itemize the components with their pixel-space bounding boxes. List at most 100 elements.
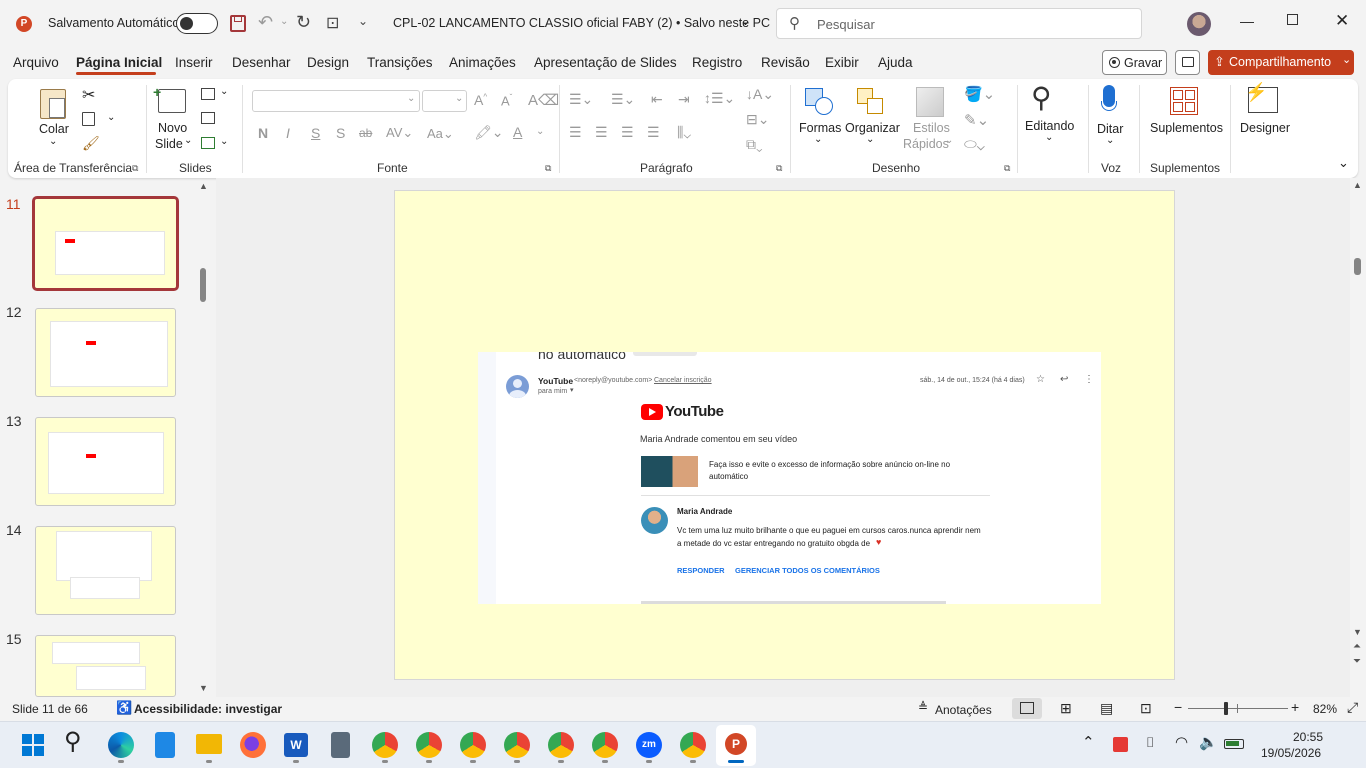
search-box[interactable]: ⚲ Pesquisar xyxy=(776,8,1142,39)
smartart-icon[interactable]: ⧉⌄ xyxy=(746,136,763,153)
scroll-down-icon[interactable]: ▼ xyxy=(199,683,208,693)
decrease-font-icon[interactable]: Aˇ xyxy=(501,93,512,108)
arrange-label[interactable]: Organizar xyxy=(845,121,900,135)
shapes-icon[interactable] xyxy=(805,88,835,116)
scroll-thumb[interactable] xyxy=(200,268,206,302)
tab-pagina-inicial[interactable]: Página Inicial xyxy=(76,55,162,70)
tab-desenhar[interactable]: Desenhar xyxy=(232,55,291,70)
file-explorer-icon[interactable] xyxy=(196,734,222,754)
editing-label[interactable]: Editando xyxy=(1025,119,1074,133)
zoom-in-icon[interactable]: + xyxy=(1291,699,1299,715)
text-direction-icon[interactable]: ↓A⌄ xyxy=(746,86,774,103)
title-dropdown-icon[interactable]: ⌄ xyxy=(740,13,751,29)
paragraph-launcher-icon[interactable]: ⧉ xyxy=(776,163,782,174)
tab-apresentacao[interactable]: Apresentação de Slides xyxy=(534,55,677,70)
tab-exibir[interactable]: Exibir xyxy=(825,55,859,70)
edge-app-icon[interactable] xyxy=(108,732,134,758)
align-center-icon[interactable]: ☰ xyxy=(595,124,608,141)
tab-transicoes[interactable]: Transições xyxy=(367,55,433,70)
battery-icon[interactable] xyxy=(1224,739,1244,749)
scroll-up-icon[interactable]: ▲ xyxy=(1353,180,1362,190)
clipboard-launcher-icon[interactable]: ⧉ xyxy=(132,163,138,174)
cut-icon[interactable]: ✂ xyxy=(82,85,95,105)
zoom-level[interactable]: 82% xyxy=(1313,702,1337,716)
email-screenshot-image[interactable]: no automático YouTube <noreply@youtube.c… xyxy=(478,352,1101,604)
collapse-ribbon-icon[interactable]: ⌄ xyxy=(1338,155,1349,171)
scroll-thumb[interactable] xyxy=(1354,258,1361,275)
paste-label[interactable]: Colar xyxy=(39,122,69,136)
accessibility-status[interactable]: Acessibilidade: investigar xyxy=(134,702,282,716)
bold-icon[interactable]: N xyxy=(258,125,268,141)
volume-icon[interactable]: 🔈 xyxy=(1199,733,1218,751)
view-normal-button[interactable] xyxy=(1012,698,1042,719)
bullets-icon[interactable]: ☰⌄ xyxy=(569,91,593,108)
chrome-profile-g-icon[interactable] xyxy=(592,732,618,758)
font-name-box[interactable]: ⌄ xyxy=(252,90,420,112)
shadow-icon[interactable]: S xyxy=(336,125,345,141)
font-size-box[interactable]: ⌄ xyxy=(422,90,467,112)
thumbnail-scrollbar[interactable]: ▲ ▼ xyxy=(199,181,209,697)
save-icon[interactable] xyxy=(230,15,246,32)
zoom-slider-thumb[interactable] xyxy=(1224,702,1228,715)
strikethrough-icon[interactable]: ab xyxy=(359,126,372,140)
record-button[interactable]: Gravar xyxy=(1102,50,1167,75)
zoom-out-icon[interactable]: − xyxy=(1174,699,1182,715)
calculator-app-icon[interactable] xyxy=(331,732,350,758)
new-slide-icon[interactable]: + xyxy=(153,84,186,113)
chrome-profile-m2-icon[interactable] xyxy=(680,732,706,758)
quick-styles-label-1[interactable]: Estilos xyxy=(913,121,950,135)
chrome-profile-f-icon[interactable] xyxy=(504,732,530,758)
paste-icon[interactable] xyxy=(40,89,66,119)
shape-effects-icon[interactable]: ⬭⌄ xyxy=(964,136,985,153)
align-left-icon[interactable]: ☰ xyxy=(569,124,582,141)
shapes-label[interactable]: Formas xyxy=(799,121,841,135)
decrease-indent-icon[interactable]: ⇤ xyxy=(651,91,663,108)
addins-icon[interactable] xyxy=(1170,87,1198,115)
increase-indent-icon[interactable]: ⇥ xyxy=(678,91,690,108)
numbering-icon[interactable]: ☰⌄ xyxy=(611,91,635,108)
clock-date[interactable]: 19/05/2026 xyxy=(1261,746,1321,760)
addins-label[interactable]: Suplementos xyxy=(1150,121,1223,135)
quick-styles-dropdown-icon[interactable]: ⌄ xyxy=(945,135,953,146)
zoom-app-icon[interactable]: zm xyxy=(636,732,662,758)
wifi-icon[interactable]: ◠ xyxy=(1175,733,1188,751)
present-from-start-icon[interactable]: ⊡ xyxy=(326,13,339,33)
slide-sorter-icon[interactable]: ⊞ xyxy=(1060,700,1072,717)
shape-fill-icon[interactable]: 🪣⌄ xyxy=(964,85,995,103)
quick-styles-icon[interactable] xyxy=(916,87,944,117)
italic-icon[interactable]: I xyxy=(286,125,290,141)
notes-label[interactable]: Anotações xyxy=(935,703,992,717)
tray-app-icon[interactable] xyxy=(1113,737,1128,752)
undo-icon[interactable]: ↶ xyxy=(258,12,273,33)
autosave-toggle[interactable] xyxy=(176,13,218,34)
zoom-slider-track[interactable] xyxy=(1188,708,1288,709)
next-slide-icon[interactable]: ⏷ xyxy=(1353,656,1361,667)
designer-label[interactable]: Designer xyxy=(1240,121,1290,135)
customize-toolbar-icon[interactable]: ⌄ xyxy=(358,14,368,28)
user-avatar[interactable] xyxy=(1187,12,1211,36)
share-button[interactable]: ⇪ Compartilhamento ⌄ xyxy=(1208,50,1354,75)
tab-arquivo[interactable]: Arquivo xyxy=(13,55,59,70)
copy-icon[interactable] xyxy=(82,112,95,126)
chrome-profile-m-icon[interactable] xyxy=(548,732,574,758)
clock-time[interactable]: 20:55 xyxy=(1293,730,1323,744)
section-icon[interactable] xyxy=(201,137,215,149)
powerpoint-taskbar-button[interactable]: P xyxy=(716,725,756,766)
minimize-icon[interactable]: — xyxy=(1240,13,1254,29)
tab-design[interactable]: Design xyxy=(307,55,349,70)
slide-thumbnail[interactable] xyxy=(35,417,176,506)
comments-button[interactable] xyxy=(1175,50,1200,75)
columns-icon[interactable]: ⫼⌄ xyxy=(677,124,691,141)
document-title[interactable]: CPL-02 LANCAMENTO CLASSIO oficial FABY (… xyxy=(393,16,770,30)
slide-thumbnail[interactable] xyxy=(35,308,176,397)
arrange-icon[interactable] xyxy=(857,88,887,116)
underline-icon[interactable]: S xyxy=(311,125,320,141)
chrome-profile-p-icon[interactable] xyxy=(460,732,486,758)
firefox-app-icon[interactable] xyxy=(240,732,266,758)
change-case-icon[interactable]: Aa⌄ xyxy=(427,126,454,142)
line-spacing-icon[interactable]: ↕☰⌄ xyxy=(704,90,735,107)
tab-inserir[interactable]: Inserir xyxy=(175,55,213,70)
slide-thumbnail[interactable] xyxy=(35,526,176,615)
layout-icon[interactable] xyxy=(201,88,215,100)
close-icon[interactable]: ✕ xyxy=(1335,11,1349,31)
